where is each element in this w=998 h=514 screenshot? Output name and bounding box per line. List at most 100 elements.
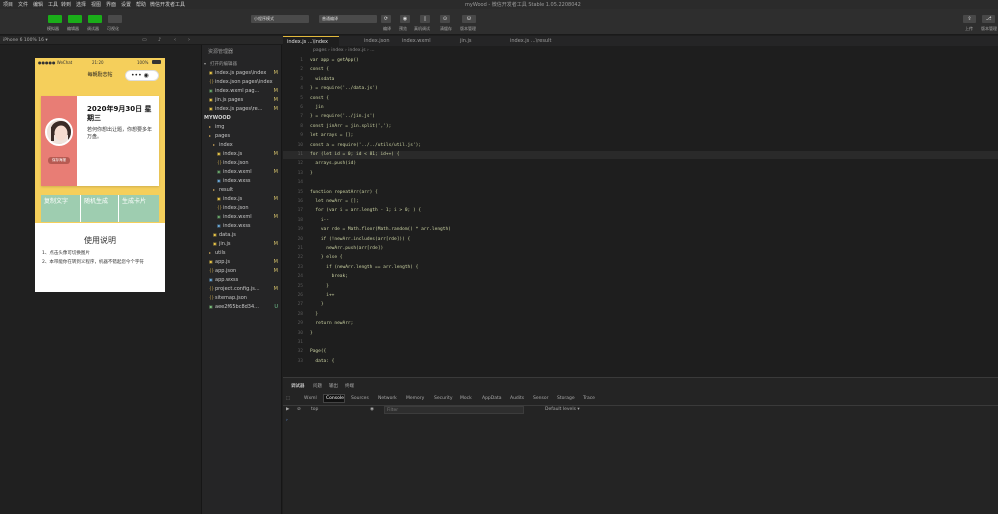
tab-security[interactable]: Security <box>434 396 452 401</box>
tree-folder[interactable]: ▸ result <box>213 187 280 196</box>
clear-icon[interactable]: ⊘ <box>297 407 301 412</box>
code-line[interactable]: return newArr; <box>310 321 353 326</box>
tab-sources[interactable]: Sources <box>351 396 369 401</box>
phone-icon[interactable]: ▯ <box>420 15 430 23</box>
code-line[interactable]: for (var i = arr.length - 1; i > 0; ) { <box>310 208 421 213</box>
code-line[interactable]: jin <box>310 105 323 110</box>
eye-icon[interactable]: ◉ <box>370 407 374 412</box>
code-line[interactable]: const jinArr = jin.split(','); <box>310 124 391 129</box>
tree-file[interactable]: {}index.json <box>217 160 280 169</box>
forward-icon[interactable]: › <box>188 37 190 43</box>
tree-folder[interactable]: ▸ index <box>213 142 280 151</box>
breadcrumb-path[interactable]: pages › index › index.js › ... <box>313 48 375 53</box>
capsule-menu[interactable]: ••• ◉ <box>125 70 159 81</box>
generate-card-button[interactable]: 生成卡片 <box>119 195 159 222</box>
tab-network[interactable]: Network <box>378 396 397 401</box>
code-line[interactable]: } = require('../jin.js') <box>310 114 375 119</box>
code-line[interactable]: const { <box>310 67 329 72</box>
code-line[interactable]: var rde = Math.floor(Math.random() * arr… <box>310 227 451 232</box>
devtools-tab-problems[interactable]: 问题 <box>313 383 322 389</box>
save-poster-button[interactable]: 保存海报 <box>48 157 70 164</box>
code-line[interactable]: } <box>310 302 324 307</box>
tree-file[interactable]: {}sitemap.json <box>209 295 280 304</box>
code-line[interactable]: let arrays = []; <box>310 133 353 138</box>
code-line[interactable]: i++ <box>310 293 334 298</box>
tab-result-index-js[interactable]: index.js ...\result <box>506 36 566 46</box>
device-select[interactable]: iPhone 6 100% 16 ▾ <box>3 38 48 43</box>
simulator-toggle-button[interactable] <box>48 15 62 23</box>
code-line[interactable]: data: { <box>310 359 334 364</box>
menu-help[interactable]: 帮助 <box>136 1 146 8</box>
tree-file[interactable]: ▣ index.wxml M <box>217 169 280 178</box>
tree-folder[interactable]: ▸ pages <box>209 133 280 142</box>
run-icon[interactable]: ▶ <box>286 407 289 412</box>
tree-file[interactable]: ▣ index.wxml M <box>217 214 280 223</box>
code-line[interactable]: arrays.push(id) <box>310 161 356 166</box>
code-line[interactable]: Page({ <box>310 349 326 354</box>
avatar[interactable] <box>45 118 73 146</box>
tab-sensor[interactable]: Sensor <box>533 396 548 401</box>
back-icon[interactable]: ‹ <box>174 37 176 43</box>
tab-audits[interactable]: Audits <box>510 396 524 401</box>
tab-appdata[interactable]: AppData <box>482 396 502 401</box>
tree-file[interactable]: ▣ jin.js M <box>213 241 280 250</box>
upload-icon[interactable]: ⇪ <box>963 15 976 23</box>
menu-project[interactable]: 项目 <box>3 1 13 8</box>
menu-tools[interactable]: 工具 <box>48 1 58 8</box>
code-line[interactable]: const { <box>310 96 329 101</box>
devtools-tab-output[interactable]: 输出 <box>329 383 338 389</box>
menu-settings[interactable]: 设置 <box>121 1 131 8</box>
eye-icon[interactable]: ◉ <box>400 15 410 23</box>
tree-file[interactable]: {}project.config.js... M <box>209 286 280 295</box>
menu-edit[interactable]: 编辑 <box>33 1 43 8</box>
devtools-tab-terminal[interactable]: 终端 <box>345 383 354 389</box>
tab-console[interactable]: Console <box>326 396 344 401</box>
menu-devtools[interactable]: 微信开发者工具 <box>150 1 185 8</box>
tree-folder[interactable]: ▸ utils <box>209 250 280 259</box>
code-line[interactable]: i-- <box>310 218 329 223</box>
real-debug-icon[interactable]: ⊙ <box>440 15 450 23</box>
code-line[interactable]: if (!newArr.includes(arr[rde])) { <box>310 237 410 242</box>
code-line[interactable]: break; <box>310 274 348 279</box>
screen-icon[interactable]: ▭ <box>142 37 147 43</box>
visual-toggle-button[interactable] <box>108 15 122 23</box>
tab-trace[interactable]: Trace <box>583 396 595 401</box>
tree-file[interactable]: ▣ app.js M <box>209 259 280 268</box>
menu-select[interactable]: 选择 <box>76 1 86 8</box>
tab-storage[interactable]: Storage <box>557 396 575 401</box>
tree-file[interactable]: {}index.json <box>217 205 280 214</box>
devtools-tab-debugger[interactable]: 调试器 <box>291 383 305 389</box>
random-generate-button[interactable]: 随机生成 <box>80 195 119 222</box>
code-line[interactable]: var app = getApp() <box>310 58 359 63</box>
tab-index-wxml[interactable]: index.wxml <box>398 36 443 46</box>
menu-interface[interactable]: 界面 <box>106 1 116 8</box>
code-line[interactable]: newArr.push(arr[rde]) <box>310 246 383 251</box>
debugger-toggle-button[interactable] <box>88 15 102 23</box>
compile-mode-select[interactable]: 小程序模式 <box>251 15 309 23</box>
tree-file[interactable]: ▣ app.wxss <box>209 277 280 286</box>
code-line[interactable]: } <box>310 312 318 317</box>
tab-index-js[interactable]: index.js ...\index <box>283 36 339 46</box>
tab-wxml[interactable]: Wxml <box>304 396 317 401</box>
tab-memory[interactable]: Memory <box>406 396 424 401</box>
tree-file[interactable]: ▣ jin.js pages M <box>209 97 280 106</box>
tree-file[interactable]: {}index.json pages\index <box>209 79 280 88</box>
menu-view[interactable]: 视图 <box>91 1 101 8</box>
compile-target-select[interactable]: 普通编译 <box>319 15 377 23</box>
context-select[interactable]: top <box>311 407 318 412</box>
clear-cache-icon[interactable]: ⛁ <box>462 15 476 23</box>
code-line[interactable]: function repeatArr(arr) { <box>310 190 378 195</box>
editor-toggle-button[interactable] <box>68 15 82 23</box>
tree-file[interactable]: ▣ aee2f65bc8d34... U <box>209 304 280 313</box>
code-line[interactable]: let newArr = []; <box>310 199 358 204</box>
tab-mock[interactable]: Mock <box>460 396 472 401</box>
tree-file[interactable]: ▣ index.wxss <box>217 178 280 187</box>
menu-goto[interactable]: 转到 <box>61 1 71 8</box>
code-line[interactable]: } <box>310 331 313 336</box>
tree-file[interactable]: ▣ index.js pages\index M <box>209 70 280 79</box>
project-header[interactable]: MYWOOD <box>204 115 231 124</box>
code-line[interactable]: wisdata <box>310 77 334 82</box>
tree-file[interactable]: ▣ index.js M <box>217 151 280 160</box>
console-prompt[interactable]: › <box>286 418 288 423</box>
tree-file[interactable]: ▣ index.wxss <box>217 223 280 232</box>
